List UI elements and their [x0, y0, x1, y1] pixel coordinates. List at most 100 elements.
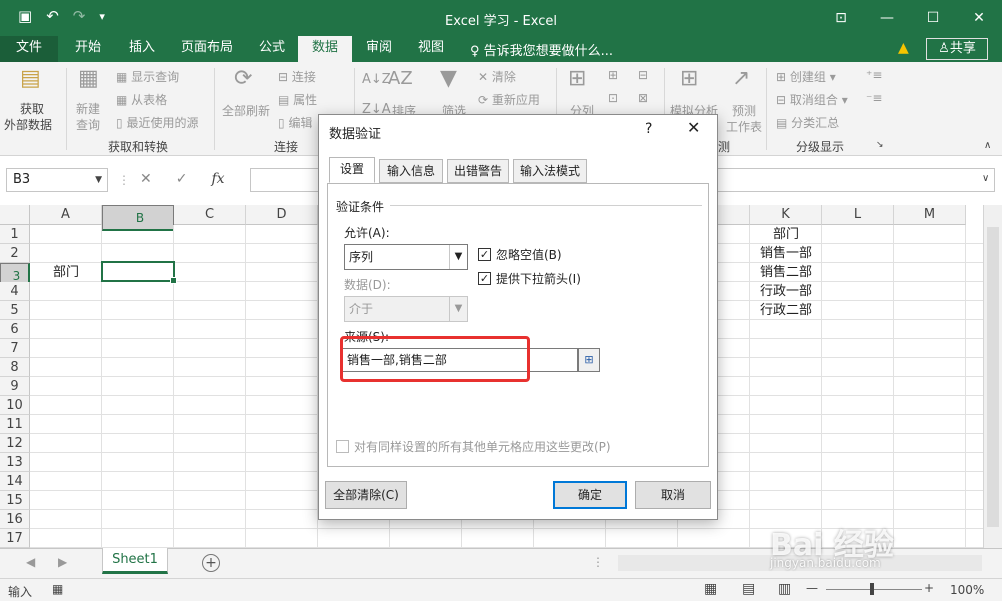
show-query-button[interactable]: ▦ 显示查询	[116, 68, 179, 85]
ignore-blank-checkbox[interactable]: ✓	[478, 248, 491, 261]
active-cell-b3[interactable]	[101, 261, 177, 284]
minimize-icon[interactable]: —	[864, 0, 910, 36]
clear-all-button[interactable]: 全部清除(C)	[325, 481, 407, 509]
zoom-in-icon[interactable]: +	[924, 581, 934, 595]
collapse-ribbon-icon[interactable]: ∧	[984, 140, 991, 151]
tab-insert[interactable]: 插入	[116, 36, 168, 62]
forecast-label-2[interactable]: 工作表	[726, 118, 762, 135]
recent-sources-button[interactable]: ▯ 最近使用的源	[116, 114, 198, 131]
normal-view-icon[interactable]: ▦	[704, 581, 717, 597]
tab-page-layout[interactable]: 页面布局	[170, 36, 244, 62]
tab-view[interactable]: 视图	[406, 36, 456, 62]
zoom-slider[interactable]	[826, 589, 922, 590]
dialog-close-icon[interactable]: ✕	[687, 118, 700, 137]
column-header-c[interactable]: C	[174, 205, 246, 225]
column-header-k[interactable]: K	[750, 205, 822, 225]
sort-az-icon[interactable]: A↓Z	[362, 72, 391, 87]
share-button[interactable]: ♙共享	[926, 38, 988, 60]
column-header-b[interactable]: B	[102, 205, 174, 231]
forecast-label-1[interactable]: 预测	[732, 102, 756, 119]
ribbon-display-icon[interactable]: ⊡	[818, 0, 864, 36]
row-header-12[interactable]: 12	[0, 434, 30, 453]
tab-error-alert[interactable]: 出错警告	[447, 159, 509, 183]
cell-k3[interactable]: 销售二部	[750, 263, 822, 282]
enter-icon[interactable]: ✓	[176, 171, 188, 187]
select-all-corner[interactable]	[0, 205, 30, 225]
range-select-icon[interactable]: ⊞	[578, 348, 600, 372]
consolidate-icon[interactable]: ⊠	[638, 91, 648, 105]
row-header-7[interactable]: 7	[0, 339, 30, 358]
flash-fill-icon[interactable]: ⊞	[608, 68, 618, 82]
warning-icon[interactable]: ▲	[898, 40, 909, 56]
close-icon[interactable]: ✕	[956, 0, 1002, 36]
zoom-level[interactable]: 100%	[950, 583, 984, 597]
cell-k4[interactable]: 行政一部	[750, 282, 822, 301]
outline-launcher-icon[interactable]: ↘	[876, 140, 884, 150]
prev-sheet-icon[interactable]: ◀	[26, 555, 35, 569]
tab-home[interactable]: 开始	[60, 36, 116, 62]
zoom-out-icon[interactable]: —	[806, 581, 818, 595]
cancel-button[interactable]: 取消	[635, 481, 711, 509]
tab-formulas[interactable]: 公式	[246, 36, 298, 62]
row-header-1[interactable]: 1	[0, 225, 30, 244]
get-data-label-1[interactable]: 获取	[20, 100, 44, 117]
tab-ime-mode[interactable]: 输入法模式	[513, 159, 587, 183]
chevron-down-icon[interactable]: ▼	[95, 169, 102, 191]
cell-k5[interactable]: 行政二部	[750, 301, 822, 320]
clear-filter-button[interactable]: ✕ 清除	[478, 68, 516, 85]
data-validation-icon[interactable]: ⊡	[608, 91, 618, 105]
tab-review[interactable]: 审阅	[354, 36, 404, 62]
row-header-4[interactable]: 4	[0, 282, 30, 301]
column-header-a[interactable]: A	[30, 205, 102, 225]
expand-formula-icon[interactable]: ∨	[982, 173, 989, 184]
macro-record-icon[interactable]: ▦	[52, 582, 63, 596]
column-header-d[interactable]: D	[246, 205, 318, 225]
vertical-scrollbar[interactable]	[983, 205, 1002, 548]
row-header-8[interactable]: 8	[0, 358, 30, 377]
sheet-tab-sheet1[interactable]: Sheet1	[102, 548, 168, 574]
cell-k2[interactable]: 销售一部	[750, 244, 822, 263]
row-header-11[interactable]: 11	[0, 415, 30, 434]
tab-split-icon[interactable]: ⋮	[592, 555, 604, 569]
row-header-2[interactable]: 2	[0, 244, 30, 263]
ok-button[interactable]: 确定	[553, 481, 627, 509]
row-header-6[interactable]: 6	[0, 320, 30, 339]
tell-me-search[interactable]: ♀ 告诉我您想要做什么...	[470, 40, 613, 59]
zoom-slider-thumb[interactable]	[870, 583, 874, 595]
row-header-13[interactable]: 13	[0, 453, 30, 472]
get-data-label-2[interactable]: 外部数据	[4, 116, 52, 133]
properties-button[interactable]: ▤ 属性	[278, 91, 317, 108]
row-header-5[interactable]: 5	[0, 301, 30, 320]
name-box[interactable]: B3 ▼	[6, 168, 108, 192]
column-header-m[interactable]: M	[894, 205, 966, 225]
row-header-17[interactable]: 17	[0, 529, 30, 548]
new-query-label-2[interactable]: 查询	[76, 116, 100, 133]
new-query-label-1[interactable]: 新建	[76, 100, 100, 117]
row-header-16[interactable]: 16	[0, 510, 30, 529]
ungroup-button[interactable]: ⊟ 取消组合 ▾	[776, 91, 848, 108]
row-header-9[interactable]: 9	[0, 377, 30, 396]
page-layout-view-icon[interactable]: ▤	[742, 581, 755, 597]
remove-duplicates-icon[interactable]: ⊟	[638, 68, 648, 82]
row-header-14[interactable]: 14	[0, 472, 30, 491]
row-header-10[interactable]: 10	[0, 396, 30, 415]
cell-k1[interactable]: 部门	[750, 225, 822, 244]
cancel-icon[interactable]: ✕	[140, 171, 152, 187]
edit-links-button[interactable]: ▯ 编辑	[278, 114, 312, 131]
show-detail-icon[interactable]: ⁺≡	[866, 68, 882, 82]
column-header-l[interactable]: L	[822, 205, 894, 225]
scrollbar-thumb[interactable]	[987, 227, 999, 527]
connections-button[interactable]: ⊟ 连接	[278, 68, 316, 85]
next-sheet-icon[interactable]: ▶	[58, 555, 67, 569]
group-button[interactable]: ⊞ 创建组 ▾	[776, 68, 836, 85]
chevron-down-icon[interactable]: ▼	[449, 245, 467, 269]
subtotal-button[interactable]: ▤ 分类汇总	[776, 114, 839, 131]
reapply-button[interactable]: ⟳ 重新应用	[478, 91, 540, 108]
allow-select[interactable]: 序列 ▼	[344, 244, 468, 270]
tab-file[interactable]: 文件	[0, 36, 58, 62]
help-icon[interactable]: ?	[645, 121, 652, 137]
insert-function-icon[interactable]: fx	[211, 171, 224, 187]
tab-settings[interactable]: 设置	[329, 157, 375, 183]
row-header-15[interactable]: 15	[0, 491, 30, 510]
tab-input-message[interactable]: 输入信息	[379, 159, 443, 183]
